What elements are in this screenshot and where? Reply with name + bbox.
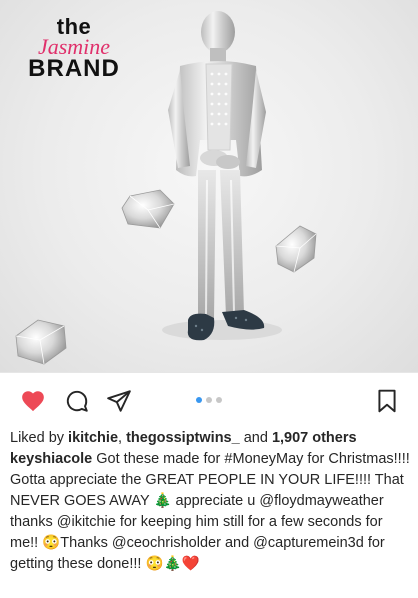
caption-text: appreciate u xyxy=(171,493,260,509)
carousel-indicator xyxy=(196,397,222,403)
heart-emoji: ❤️ xyxy=(181,556,200,572)
logo-line-3: BRAND xyxy=(28,55,120,82)
caption-text: Got these made for xyxy=(92,451,225,467)
heart-icon xyxy=(22,391,44,412)
flushed-face-emoji: 😳 xyxy=(42,535,61,551)
post-caption: keyshiacole Got these made for #MoneyMay… xyxy=(10,449,410,575)
caption-username[interactable]: keyshiacole xyxy=(10,451,92,467)
photo-divider xyxy=(0,372,418,373)
diamond-left xyxy=(121,189,175,229)
liker-link[interactable]: thegossiptwins_ xyxy=(126,430,240,446)
like-button[interactable] xyxy=(20,388,46,414)
mention-link[interactable]: @ceochrisholder xyxy=(112,535,221,551)
caption-text: and xyxy=(220,535,254,551)
action-bar xyxy=(0,380,418,420)
watermark-logo: the Jasmine BRAND xyxy=(14,16,134,81)
christmas-tree-emoji: 🎄 xyxy=(153,493,172,509)
share-icon xyxy=(107,390,131,412)
caption-text: thanks xyxy=(10,514,57,530)
liker-link[interactable]: ikitchie xyxy=(68,430,118,446)
christmas-tree-emoji: 🎄 xyxy=(163,556,182,572)
mention-link[interactable]: @floydmayweather xyxy=(259,493,383,509)
carousel-dot xyxy=(206,397,212,403)
carousel-dot xyxy=(196,397,202,403)
diamond-right xyxy=(275,225,317,273)
likes-and: and xyxy=(239,430,272,446)
comment-button[interactable] xyxy=(64,388,90,414)
likes-others-link[interactable]: 1,907 others xyxy=(272,430,357,446)
likes-line: Liked by ikitchie, thegossiptwins_ and 1… xyxy=(10,428,410,448)
likes-separator: , xyxy=(118,430,127,446)
comment-icon xyxy=(66,390,88,412)
caption-text: Thanks xyxy=(60,535,112,551)
hashtag-link[interactable]: #MoneyMay xyxy=(224,451,303,467)
save-button[interactable] xyxy=(374,388,400,414)
mention-link[interactable]: @capturemein3d xyxy=(253,535,364,551)
flushed-face-emoji: 😳 xyxy=(145,556,164,572)
post-photo[interactable]: the Jasmine BRAND xyxy=(0,0,418,372)
bookmark-icon xyxy=(378,389,396,413)
likes-prefix: Liked by xyxy=(10,430,69,446)
mention-link[interactable]: @ikitchie xyxy=(57,514,116,530)
diamond-bottom-left xyxy=(15,319,67,365)
carousel-dot xyxy=(216,397,222,403)
share-button[interactable] xyxy=(106,388,132,414)
